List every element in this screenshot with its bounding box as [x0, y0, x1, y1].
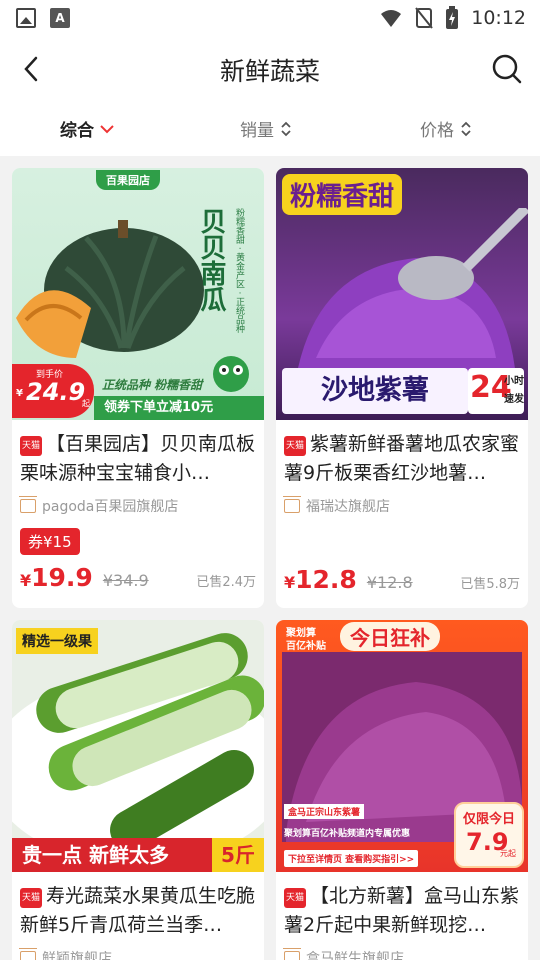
product-title-text: 【百果园店】贝贝南瓜板栗味源种宝宝辅食小… [20, 433, 256, 484]
product-card[interactable]: 精选一级果 贵一点 新鲜太多 5斤 天猫 寿光蔬菜水果黄瓜生吃脆新鲜5斤青瓜荷兰当… [12, 620, 264, 960]
hours-unit: 小时 [504, 376, 524, 387]
shop-info[interactable]: pagoda百果园旗舰店 [19, 496, 256, 516]
shop-name: 鲜颖旗舰店 [42, 951, 112, 960]
image-desc: 聚划算百亿补贴频道内专属优惠 [284, 829, 411, 839]
promo-yen: ¥ [16, 388, 23, 399]
product-name-art: 贝贝南瓜 [196, 208, 226, 312]
product-image[interactable]: 精选一级果 贵一点 新鲜太多 5斤 [12, 620, 264, 872]
limit-badge: 仅限今日 7.9 元起 [454, 802, 524, 868]
limit-label: 仅限今日 [462, 812, 515, 827]
limit-unit: 元起 [500, 849, 516, 858]
page-title: 新鲜蔬菜 [219, 57, 320, 86]
sort-label: 销量 [240, 121, 274, 141]
product-image[interactable]: 粉糯香甜 沙地紫薯 24 小时 速发 [276, 168, 528, 420]
product-image[interactable]: 聚划算 百亿补贴 今日狂补 盒马正宗山东紫薯 聚划算百亿补贴频道内专属优惠 下拉… [276, 620, 528, 872]
tmall-badge: 天猫 [20, 888, 42, 908]
app-header: 新鲜蔬菜 [0, 36, 540, 102]
product-image[interactable]: 百果园店 贝贝南瓜 粉糯香甜 · 黄金产区 · 正统品种 到手价 ¥ 24.9 … [12, 168, 264, 420]
image-tag: 精选一级果 [16, 628, 98, 654]
wifi-icon [381, 10, 402, 27]
no-sim-icon [415, 7, 434, 29]
image-link: 下拉至详情页 查看购买指引>> [284, 850, 419, 867]
brand-logo: 百果园店 [96, 170, 160, 190]
tag-subsidy: 百亿补贴 [286, 641, 326, 652]
sort-bar: 综合 销量 价格 [0, 102, 540, 156]
sort-label: 价格 [420, 121, 454, 141]
product-title-text: 【北方新薯】盒马山东紫薯2斤起中果新鲜现挖… [284, 885, 520, 936]
price-symbol: ¥ [20, 571, 32, 590]
shop-info[interactable]: 盒马鲜生旗舰店 [283, 948, 520, 960]
price-row: ¥ 19.9 ¥34.9 已售2.4万 [20, 563, 256, 592]
sold-count: 已售2.4万 [196, 575, 256, 590]
shop-icon [19, 948, 37, 960]
sort-label: 综合 [60, 121, 94, 141]
sold-count: 已售5.8万 [460, 577, 520, 592]
price: 12.8 [295, 565, 357, 594]
sort-comprehensive[interactable]: 综合 [60, 116, 114, 141]
image-left-tag: 盒马正宗山东紫薯 [284, 804, 365, 819]
shop-name: 盒马鲜生旗舰店 [306, 951, 404, 960]
product-tags-art: 粉糯香甜 · 黄金产区 · 正统品种 [234, 208, 244, 334]
image-product-name: 沙地紫薯 [282, 368, 468, 414]
shop-icon [283, 496, 301, 513]
promo-line2: 领券下单立减10元 [94, 396, 264, 420]
tmall-badge: 天猫 [284, 436, 306, 456]
product-title[interactable]: 天猫 紫薯新鲜番薯地瓜农家蜜薯9斤板栗香红沙地薯… [284, 430, 520, 488]
shop-name: pagoda百果园旗舰店 [42, 499, 179, 515]
clock: 10:12 [471, 7, 526, 29]
sort-sales[interactable]: 销量 [240, 116, 292, 141]
price: 19.9 [31, 563, 93, 592]
product-title[interactable]: 天猫 【百果园店】贝贝南瓜板栗味源种宝宝辅食小… [20, 430, 256, 488]
promo-suffix: 起 [82, 399, 90, 408]
image-banner: 今日狂补 [340, 622, 440, 651]
tmall-badge: 天猫 [20, 436, 42, 456]
sort-updown-icon [461, 121, 471, 136]
promo-price-tag: 到手价 ¥ 24.9 起 [12, 364, 94, 418]
shop-icon [283, 948, 301, 960]
price-row: ¥ 12.8 ¥12.8 已售5.8万 [284, 565, 520, 594]
original-price: ¥34.9 [102, 571, 149, 590]
sort-updown-icon [281, 121, 291, 136]
shop-info[interactable]: 鲜颖旗舰店 [19, 948, 256, 960]
image-slogan: 贵一点 新鲜太多 [12, 838, 212, 872]
font-icon: A [50, 8, 70, 28]
shop-icon [19, 496, 37, 513]
image-weight: 5斤 [212, 838, 264, 872]
status-bar: A 10:12 [0, 0, 540, 36]
product-title-text: 紫薯新鲜番薯地瓜农家蜜薯9斤板栗香红沙地薯… [284, 433, 520, 484]
mascot-icon [213, 356, 249, 392]
product-card[interactable]: 粉糯香甜 沙地紫薯 24 小时 速发 天猫 紫薯新鲜番薯地瓜农家蜜薯9斤板栗香红沙… [276, 168, 528, 608]
original-price: ¥12.8 [366, 573, 413, 592]
product-title[interactable]: 天猫 寿光蔬菜水果黄瓜生吃脆新鲜5斤青瓜荷兰当季… [20, 882, 256, 940]
fast-ship-badge: 24 小时 速发 [468, 368, 524, 414]
shop-info[interactable]: 福瑞达旗舰店 [283, 496, 520, 516]
battery-icon [446, 6, 459, 29]
fast-label: 速发 [504, 394, 524, 405]
product-title-text: 寿光蔬菜水果黄瓜生吃脆新鲜5斤青瓜荷兰当季… [20, 885, 256, 936]
product-card[interactable]: 百果园店 贝贝南瓜 粉糯香甜 · 黄金产区 · 正统品种 到手价 ¥ 24.9 … [12, 168, 264, 608]
shop-name: 福瑞达旗舰店 [306, 499, 390, 515]
sort-price[interactable]: 价格 [420, 116, 472, 141]
coupon-badge: 券¥15 [20, 528, 80, 555]
product-card[interactable]: 聚划算 百亿补贴 今日狂补 盒马正宗山东紫薯 聚划算百亿补贴频道内专属优惠 下拉… [276, 620, 528, 960]
product-title[interactable]: 天猫 【北方新薯】盒马山东紫薯2斤起中果新鲜现挖… [284, 882, 520, 940]
promo-line1: 正统品种 粉糯香甜 [102, 378, 203, 392]
search-button[interactable] [490, 52, 524, 86]
cucumber-graphic [12, 633, 264, 850]
price-symbol: ¥ [284, 573, 296, 592]
gallery-icon [16, 8, 36, 28]
tmall-badge: 天猫 [284, 888, 306, 908]
promo-price: 24.9 [26, 378, 86, 406]
pumpkin-graphic [16, 220, 204, 358]
chevron-down-icon [100, 124, 114, 133]
